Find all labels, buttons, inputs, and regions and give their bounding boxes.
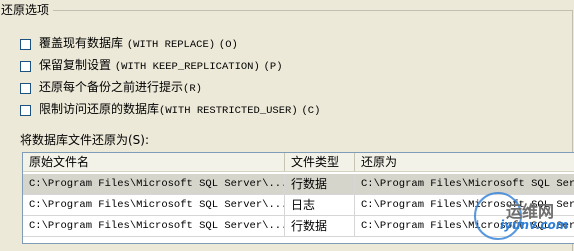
column-header-original-file[interactable]: 原始文件名 — [23, 153, 285, 171]
keep-replication-label: 保留复制设置 — [39, 58, 112, 72]
cell-original-file: C:\Program Files\Microsoft SQL Server\..… — [23, 216, 285, 237]
restore-files-label: 将数据库文件还原为(S): — [20, 133, 150, 147]
cell-file-type: 行数据 — [285, 216, 355, 237]
prompt-checkbox[interactable] — [20, 82, 31, 94]
table-header: 原始文件名 文件类型 还原为 — [23, 153, 574, 172]
restore-options-title: 还原选项 — [0, 2, 54, 18]
overwrite-code: (WITH REPLACE) — [126, 39, 216, 51]
restricted-user-key: (C) — [301, 105, 321, 117]
cell-original-file: C:\Program Files\Microsoft SQL Server\..… — [23, 195, 285, 216]
option-keep-replication[interactable]: 保留复制设置 (WITH KEEP_REPLICATION) (P) — [20, 58, 283, 74]
option-overwrite-database[interactable]: 覆盖现有数据库 (WITH REPLACE) (O) — [20, 36, 238, 52]
overwrite-label: 覆盖现有数据库 — [39, 36, 124, 50]
cell-file-type: 行数据 — [285, 174, 355, 195]
prompt-label: 还原每个备份之前进行提示 — [39, 80, 184, 94]
watermark-text-url: iyunv.com — [500, 218, 569, 232]
column-header-restore-as[interactable]: 还原为 — [355, 153, 574, 171]
overwrite-key: (O) — [218, 39, 238, 51]
keep-replication-key: (P) — [263, 61, 283, 73]
cell-file-type: 日志 — [285, 195, 355, 216]
restricted-user-checkbox[interactable] — [20, 104, 31, 116]
option-restricted-user[interactable]: 限制访问还原的数据库(WITH RESTRICTED_USER) (C) — [20, 102, 320, 118]
restricted-user-code: (WITH RESTRICTED_USER) — [159, 105, 298, 117]
restricted-user-label: 限制访问还原的数据库 — [39, 102, 160, 116]
option-prompt-before-restore[interactable]: 还原每个备份之前进行提示(R) — [20, 80, 202, 96]
keep-replication-checkbox[interactable] — [20, 60, 31, 72]
prompt-key: (R) — [183, 83, 202, 95]
overwrite-checkbox[interactable] — [20, 38, 31, 50]
keep-replication-code: (WITH KEEP_REPLICATION) — [114, 61, 260, 73]
column-header-file-type[interactable]: 文件类型 — [285, 153, 355, 171]
cell-original-file: C:\Program Files\Microsoft SQL Server\..… — [23, 174, 285, 195]
watermark-logo: 运维网 iyunv.com — [470, 190, 574, 242]
